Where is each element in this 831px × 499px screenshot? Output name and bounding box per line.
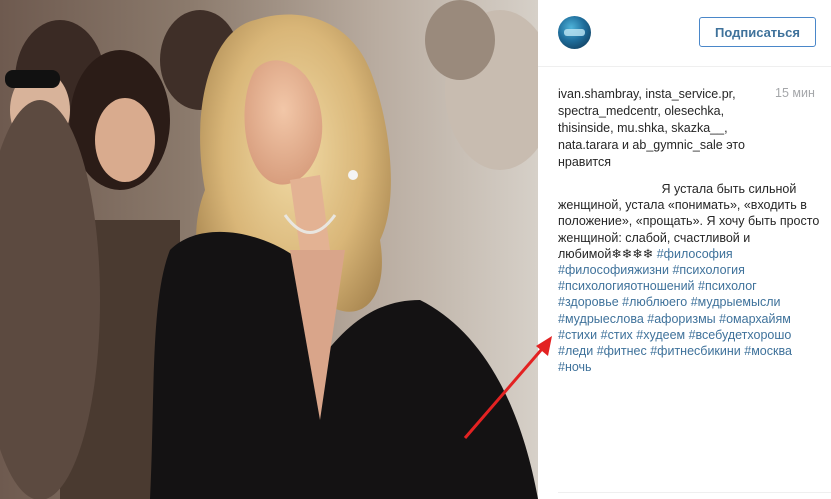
hashtag-link[interactable]: #всебудетхорошо [689,328,792,342]
hashtag-link[interactable]: #психология [672,263,744,277]
liker-username[interactable]: ab_gymnic_sale [632,138,722,152]
hashtag-link[interactable]: #мудрыемысли [691,295,781,309]
hashtag-link[interactable]: #ночь [558,360,592,374]
hashtag-link[interactable]: #психолог [698,279,757,293]
annotation-arrow-line [463,341,550,439]
follow-button[interactable]: Подписаться [699,17,816,47]
hashtag-link[interactable]: #философия [657,247,733,261]
liker-username[interactable]: olesechka [664,104,720,118]
header-divider [538,66,831,67]
post-timestamp[interactable]: 15 мин [775,86,815,100]
liker-username[interactable]: mu.shka [617,121,664,135]
hashtag-link[interactable]: #стих [601,328,633,342]
hashtag-link[interactable]: #философияжизни [558,263,669,277]
hashtag-link[interactable]: #люблюего [622,295,687,309]
hashtag-link[interactable]: #стихи [558,328,597,342]
liker-username[interactable]: insta_service.pr [645,87,732,101]
caption-author-gap [558,183,658,193]
post-caption: Я устала быть сильной женщиной, устала «… [558,181,820,375]
author-avatar[interactable] [558,16,591,49]
hashtag-link[interactable]: #мудрыеслова [558,312,644,326]
liker-username[interactable]: thisinside [558,121,610,135]
likes-and-word: и [621,138,629,152]
liker-username[interactable]: ivan.shambray [558,87,638,101]
liker-username[interactable]: spectra_medcentr [558,104,657,118]
hashtag-link[interactable]: #омархайям [719,312,791,326]
hashtag-link[interactable]: #леди [558,344,593,358]
caption-hashtags: #философия #философияжизни #психология #… [558,247,792,374]
post-photo[interactable] [0,0,538,499]
hashtag-link[interactable]: #фитнесбикини [650,344,741,358]
hashtag-link[interactable]: #психологияотношений [558,279,695,293]
likes-list: ivan.shambray, insta_service.pr, spectra… [558,87,745,169]
hashtag-link[interactable]: #фитнес [597,344,647,358]
liker-username[interactable]: nata.tarara [558,138,618,152]
hashtag-link[interactable]: #афоризмы [647,312,715,326]
hashtag-link[interactable]: #здоровье [558,295,619,309]
annotation-arrow [463,336,552,439]
comments-divider [558,492,831,493]
post-side-panel: Подписаться ivan.shambray, insta_service… [538,0,831,499]
liker-username[interactable]: skazka__ [671,121,724,135]
post-photo-illustration [0,0,538,499]
hashtag-link[interactable]: #москва [744,344,792,358]
hashtag-link[interactable]: #худеем [636,328,685,342]
